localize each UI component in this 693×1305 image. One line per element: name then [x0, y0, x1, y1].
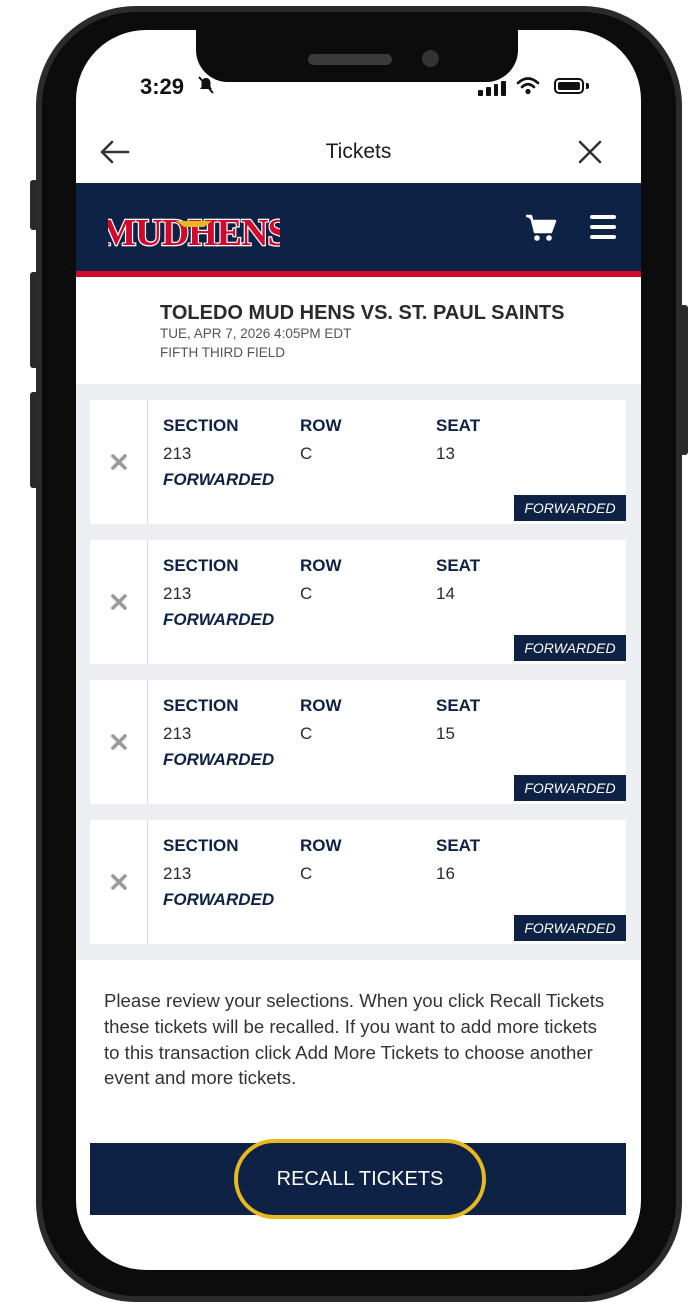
section-value: 213: [163, 584, 192, 603]
event-datetime: TUE, APR 7, 2026 4:05PM EDT: [160, 326, 352, 341]
remove-x-icon: [111, 734, 127, 750]
ticket-card: SECTION ROW SEAT 213 C 13 FORWARDED FORW…: [90, 400, 626, 524]
recall-tickets-button[interactable]: RECALL TICKETS: [234, 1139, 486, 1219]
row-value: C: [300, 724, 313, 743]
seat-label: SEAT: [436, 556, 481, 575]
status-badge: FORWARDED: [514, 495, 626, 521]
page-title: Tickets: [325, 140, 392, 163]
status-badge: FORWARDED: [514, 635, 626, 661]
silent-mode-icon: [198, 76, 214, 99]
remove-x-icon: [111, 594, 127, 610]
remove-x-icon: [111, 874, 127, 890]
battery-tip: [586, 83, 589, 89]
section-label: SECTION: [163, 416, 239, 435]
review-instructions: Please review your selections. When you …: [104, 990, 605, 1089]
wifi-icon: [516, 76, 540, 101]
mudhens-logo[interactable]: MUDHENS: [99, 203, 290, 257]
battery-icon: [554, 78, 584, 94]
row-label: ROW: [300, 416, 342, 435]
row-value: C: [300, 584, 313, 603]
close-icon[interactable]: [572, 134, 608, 170]
status-badge: FORWARDED: [514, 915, 626, 941]
section-label: SECTION: [163, 836, 239, 855]
ticket-list: SECTION ROW SEAT 213 C 13 FORWARDED FORW…: [76, 384, 641, 960]
section-value: 213: [163, 444, 192, 463]
remove-ticket-button[interactable]: [90, 540, 148, 664]
earpiece-speaker: [308, 54, 392, 65]
section-label: SECTION: [163, 556, 239, 575]
seat-value: 16: [436, 864, 455, 883]
seat-value: 14: [436, 584, 455, 603]
ticket-card: SECTION ROW SEAT 213 C 15 FORWARDED FORW…: [90, 680, 626, 804]
section-label: SECTION: [163, 696, 239, 715]
remove-ticket-button[interactable]: [90, 400, 148, 524]
row-value: C: [300, 864, 313, 883]
remove-x-icon: [111, 454, 127, 470]
event-venue: FIFTH THIRD FIELD: [160, 345, 286, 360]
seat-label: SEAT: [436, 416, 481, 435]
seat-value: 13: [436, 444, 455, 463]
section-value: 213: [163, 724, 192, 743]
seat-value: 15: [436, 724, 455, 743]
ticket-status: FORWARDED: [163, 750, 275, 769]
cart-icon[interactable]: [524, 213, 558, 243]
row-label: ROW: [300, 836, 342, 855]
ticket-status: FORWARDED: [163, 890, 275, 909]
seat-label: SEAT: [436, 836, 481, 855]
status-badge: FORWARDED: [514, 775, 626, 801]
row-label: ROW: [300, 696, 342, 715]
remove-ticket-button[interactable]: [90, 820, 148, 944]
section-value: 213: [163, 864, 192, 883]
ticket-card: SECTION ROW SEAT 213 C 14 FORWARDED FORW…: [90, 540, 626, 664]
remove-ticket-button[interactable]: [90, 680, 148, 804]
camera-notch: [196, 30, 518, 82]
brand-stripe: [76, 271, 641, 277]
row-label: ROW: [300, 556, 342, 575]
hamburger-menu-icon[interactable]: [590, 215, 616, 239]
ticket-status: FORWARDED: [163, 470, 275, 489]
row-value: C: [300, 444, 313, 463]
ticket-status: FORWARDED: [163, 610, 275, 629]
seat-label: SEAT: [436, 696, 481, 715]
cellular-signal-icon: [478, 80, 506, 96]
status-time: 3:29: [140, 74, 185, 99]
ticket-card: SECTION ROW SEAT 213 C 16 FORWARDED FORW…: [90, 820, 626, 944]
front-camera: [422, 50, 439, 67]
phone-screen: 3:29 Tickets MUDHENS TOLEDO MUD HENS VS.…: [76, 30, 641, 1270]
event-title: TOLEDO MUD HENS VS. ST. PAUL SAINTS: [160, 302, 565, 324]
brand-header: MUDHENS: [76, 183, 641, 271]
logo-wordmark: MUDHENS: [108, 212, 280, 254]
